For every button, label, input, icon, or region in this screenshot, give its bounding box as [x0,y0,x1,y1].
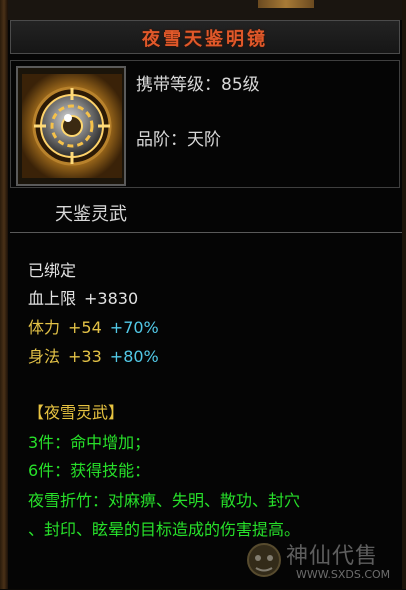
watermark-text: 神仙代售 [286,544,379,569]
stat-strength-percent: +70% [109,318,159,337]
stat-hp-value: +3830 [84,289,139,308]
item-category: 天鉴灵武 [55,204,127,225]
stat-agility-percent: +80% [109,347,159,366]
watermark: 神仙代售 WWW.SXDS.COM [240,536,406,589]
mascot-icon [247,543,281,577]
carry-level: 携带等级：85级 [136,75,260,95]
item-name: 夜雪天鉴明镜 [142,29,268,50]
stat-hp-label: 血上限 [28,289,77,308]
bound-status: 已绑定 [28,261,77,280]
right-border [402,0,406,589]
golden-mirror-icon [22,74,122,178]
item-tooltip: 夜雪天鉴明镜 携带等级：85级 品阶：天阶 天鉴灵武 已绑定 血上限 +3830… [0,0,406,589]
stat-hp: 血上限 +3830 [28,285,138,309]
item-icon-frame[interactable] [16,66,126,186]
title-bar: 夜雪天鉴明镜 [10,20,400,54]
top-border [0,0,406,20]
left-border [0,0,8,589]
set-bonus-6: 6件：获得技能： [28,461,151,480]
set-bonus-3: 3件：命中增加； [28,433,151,452]
top-ornament [258,0,314,8]
stat-agility-label: 身法 [28,347,61,366]
stat-strength-value: +54 [68,318,102,337]
set-title: 【夜雪灵武】 [28,403,125,422]
stat-strength-label: 体力 [28,318,61,337]
set-skill-line-1: 夜雪折竹：对麻痹、失明、散功、封穴 [28,491,301,510]
watermark-url: WWW.SXDS.COM [296,568,391,581]
stat-agility-value: +33 [68,347,102,366]
item-rank: 品阶：天阶 [136,130,221,150]
stat-strength: 体力 +54 +70% [28,314,159,338]
stat-agility: 身法 +33 +80% [28,343,159,367]
